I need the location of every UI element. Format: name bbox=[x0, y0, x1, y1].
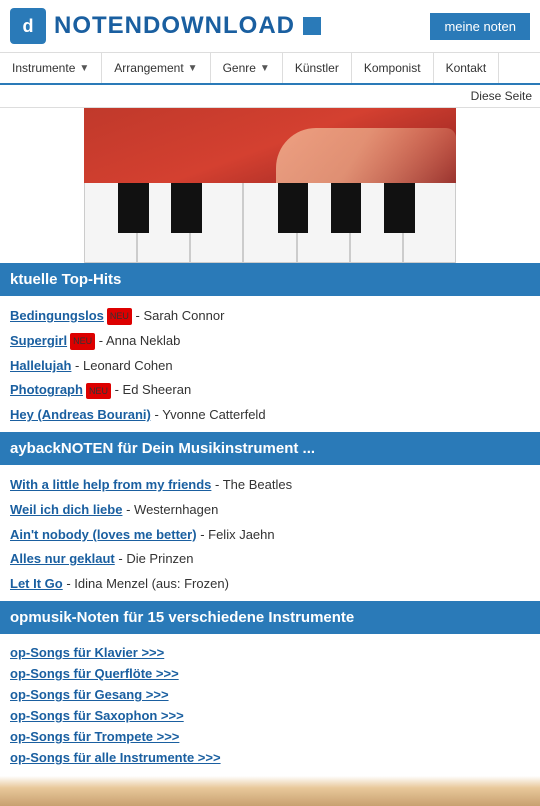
artist-text-5: - Yvonne Catterfeld bbox=[155, 407, 266, 422]
nav-item-komponist[interactable]: Komponist bbox=[352, 53, 434, 83]
nav-label-kuenstler: Künstler bbox=[295, 61, 339, 75]
diese-seite-bar: Diese Seite bbox=[0, 85, 540, 108]
black-key bbox=[171, 183, 202, 233]
playback-link-5[interactable]: Let It Go bbox=[10, 576, 63, 591]
black-key bbox=[278, 183, 309, 233]
hero-piano-keys bbox=[84, 183, 456, 263]
logo-letter: d bbox=[23, 16, 34, 37]
artist-text-1: - Sarah Connor bbox=[136, 308, 225, 323]
instrument-link-klavier[interactable]: op-Songs für Klavier >>> bbox=[10, 642, 530, 663]
piano-key bbox=[243, 183, 296, 263]
playback-link-3[interactable]: Ain't nobody (loves me better) bbox=[10, 527, 197, 542]
nav-label-instrumente: Instrumente bbox=[12, 61, 75, 75]
list-item: Ain't nobody (loves me better) - Felix J… bbox=[10, 523, 530, 548]
logo-icon: d bbox=[10, 8, 46, 44]
list-item: SupergirlNEU - Anna Neklab bbox=[10, 329, 530, 354]
top-hit-link-5[interactable]: Hey (Andreas Bourani) bbox=[10, 407, 151, 422]
black-key bbox=[384, 183, 415, 233]
logo-square bbox=[303, 17, 321, 35]
nav-label-komponist: Komponist bbox=[364, 61, 421, 75]
nav-label-arrangement: Arrangement bbox=[114, 61, 183, 75]
top-hits-header: ktuelle Top-Hits bbox=[0, 263, 540, 296]
top-hits-list: BedingungslosNEU - Sarah Connor Supergir… bbox=[0, 296, 540, 432]
main-nav: Instrumente ▼ Arrangement ▼ Genre ▼ Küns… bbox=[0, 53, 540, 85]
badge-neu: NEU bbox=[107, 308, 132, 324]
instruments-title: opmusik-Noten für 15 verschiedene Instru… bbox=[10, 609, 354, 626]
meine-noten-button[interactable]: meine noten bbox=[430, 13, 530, 40]
piano-key bbox=[84, 183, 137, 263]
top-hit-link-3[interactable]: Hallelujah bbox=[10, 358, 71, 373]
bottom-preview-image bbox=[0, 776, 540, 806]
badge-neu: NEU bbox=[86, 383, 111, 399]
playback-artist-5: - Idina Menzel (aus: Frozen) bbox=[66, 576, 229, 591]
hero-image bbox=[84, 108, 456, 263]
black-key bbox=[118, 183, 149, 233]
playback-title: aybackNOTEN für Dein Musikinstrument ... bbox=[10, 440, 315, 457]
list-item: Alles nur geklaut - Die Prinzen bbox=[10, 547, 530, 572]
instrument-link-querflote[interactable]: op-Songs für Querflöte >>> bbox=[10, 663, 530, 684]
logo-text: NOTENDOWNLOAD bbox=[54, 12, 295, 40]
list-item: Hey (Andreas Bourani) - Yvonne Catterfel… bbox=[10, 403, 530, 428]
header: d NOTENDOWNLOAD meine noten bbox=[0, 0, 540, 53]
top-hit-link-1[interactable]: Bedingungslos bbox=[10, 308, 104, 323]
nav-label-kontakt: Kontakt bbox=[446, 61, 487, 75]
artist-text-2: - Anna Neklab bbox=[99, 333, 181, 348]
artist-text-3: - Leonard Cohen bbox=[75, 358, 173, 373]
top-hit-link-4[interactable]: Photograph bbox=[10, 382, 83, 397]
list-item: Hallelujah - Leonard Cohen bbox=[10, 354, 530, 379]
instrument-link-saxophon[interactable]: op-Songs für Saxophon >>> bbox=[10, 705, 530, 726]
chevron-down-icon: ▼ bbox=[79, 63, 89, 74]
nav-item-genre[interactable]: Genre ▼ bbox=[211, 53, 283, 83]
instrument-link-gesang[interactable]: op-Songs für Gesang >>> bbox=[10, 684, 530, 705]
nav-item-kuenstler[interactable]: Künstler bbox=[283, 53, 352, 83]
nav-item-kontakt[interactable]: Kontakt bbox=[434, 53, 500, 83]
list-item: Let It Go - Idina Menzel (aus: Frozen) bbox=[10, 572, 530, 597]
playback-artist-4: - Die Prinzen bbox=[118, 551, 193, 566]
diese-seite-label: Diese Seite bbox=[471, 89, 532, 103]
instrument-link-trompete[interactable]: op-Songs für Trompete >>> bbox=[10, 726, 530, 747]
instruments-header: opmusik-Noten für 15 verschiedene Instru… bbox=[0, 601, 540, 634]
playback-link-1[interactable]: With a little help from my friends bbox=[10, 477, 211, 492]
chevron-down-icon: ▼ bbox=[188, 63, 198, 74]
nav-item-arrangement[interactable]: Arrangement ▼ bbox=[102, 53, 210, 83]
nav-item-instrumente[interactable]: Instrumente ▼ bbox=[0, 53, 102, 83]
playback-list: With a little help from my friends - The… bbox=[0, 465, 540, 601]
badge-neu: NEU bbox=[70, 333, 95, 349]
list-item: With a little help from my friends - The… bbox=[10, 473, 530, 498]
playback-artist-2: - Westernhagen bbox=[126, 502, 218, 517]
list-item: PhotographNEU - Ed Sheeran bbox=[10, 378, 530, 403]
artist-text-4: - Ed Sheeran bbox=[115, 382, 192, 397]
top-hits-title: ktuelle Top-Hits bbox=[10, 271, 121, 288]
nav-label-genre: Genre bbox=[223, 61, 256, 75]
header-right: meine noten bbox=[430, 13, 530, 40]
top-hit-link-2[interactable]: Supergirl bbox=[10, 333, 67, 348]
playback-artist-3: - Felix Jaehn bbox=[200, 527, 274, 542]
list-item: Weil ich dich liebe - Westernhagen bbox=[10, 498, 530, 523]
black-key bbox=[331, 183, 362, 233]
playback-link-2[interactable]: Weil ich dich liebe bbox=[10, 502, 122, 517]
playback-header: aybackNOTEN für Dein Musikinstrument ... bbox=[0, 432, 540, 465]
playback-link-4[interactable]: Alles nur geklaut bbox=[10, 551, 115, 566]
list-item: BedingungslosNEU - Sarah Connor bbox=[10, 304, 530, 329]
playback-artist-1: - The Beatles bbox=[215, 477, 292, 492]
chevron-down-icon: ▼ bbox=[260, 63, 270, 74]
instrument-link-alle[interactable]: op-Songs für alle Instrumente >>> bbox=[10, 747, 530, 768]
